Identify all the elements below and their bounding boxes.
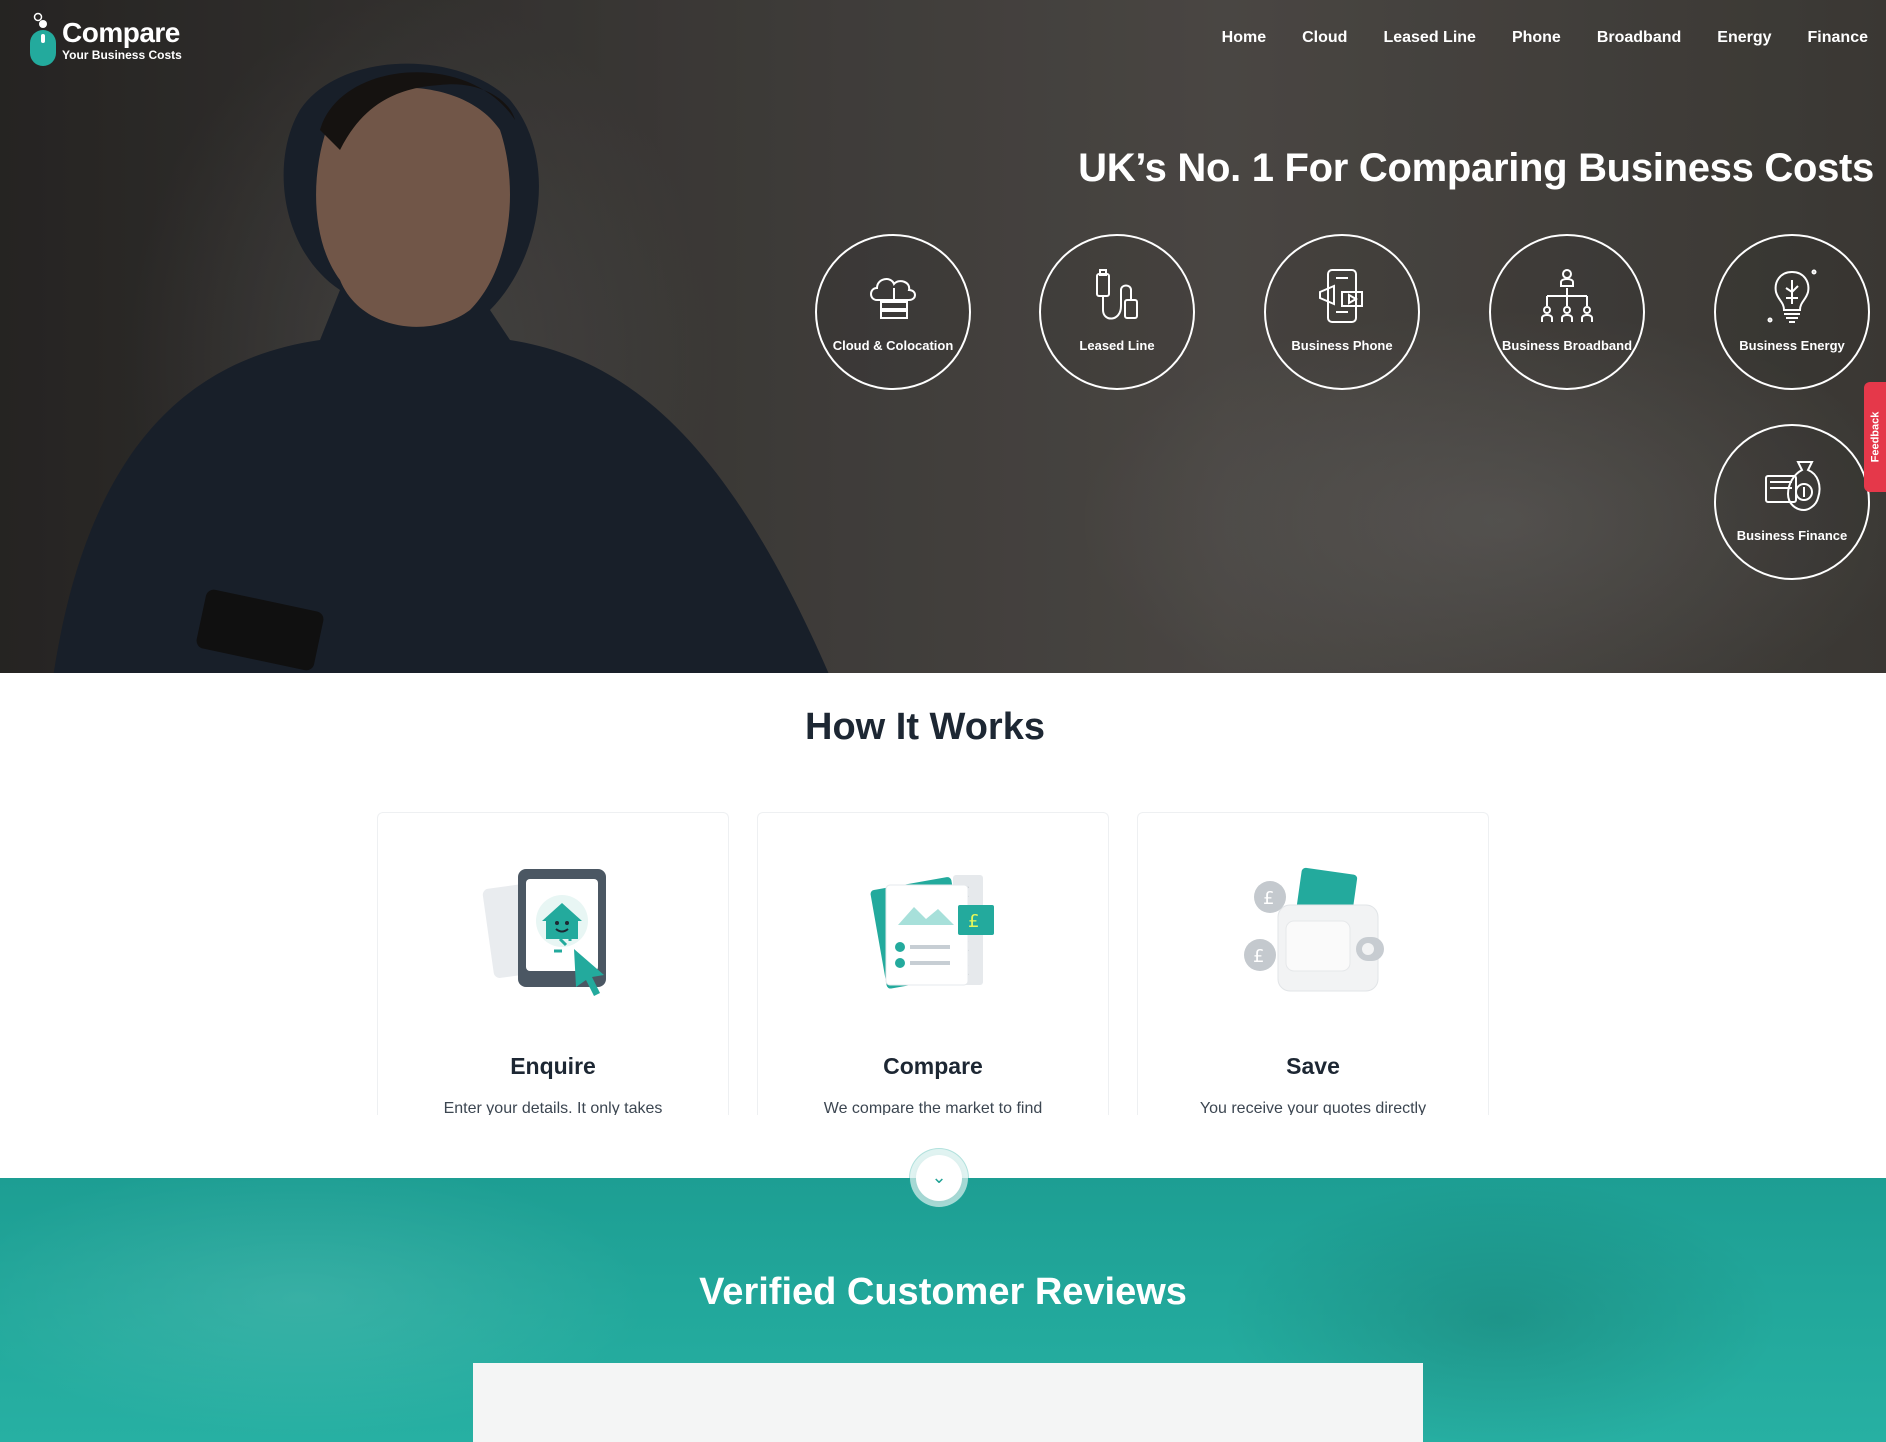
step-title: Save [1286, 1053, 1340, 1079]
feedback-label: Feedback [1869, 411, 1881, 463]
svg-text:£: £ [1263, 888, 1274, 909]
mouse-logo-icon [30, 12, 56, 66]
nav-broadband[interactable]: Broadband [1579, 26, 1699, 50]
service-label: Business Finance [1736, 528, 1848, 543]
step-text: Enter your details. It only takes [443, 1100, 663, 1115]
step-title: Compare [883, 1053, 983, 1079]
service-label: Cloud & Colocation [832, 338, 954, 353]
phone-megaphone-icon [1319, 269, 1363, 323]
step-card-enquire: Enquire Enter your details. It only take… [377, 812, 729, 1115]
nav-energy[interactable]: Energy [1699, 26, 1789, 50]
wallet-coins-icon: £ £ [1244, 867, 1384, 992]
lightbulb-icon [1767, 269, 1817, 323]
step-text: You receive your quotes directly [1199, 1100, 1427, 1115]
chevron-down-icon: ⌄ [931, 1167, 947, 1187]
nav-phone[interactable]: Phone [1494, 26, 1579, 50]
service-label: Leased Line [1079, 338, 1155, 353]
service-business-phone[interactable]: Business Phone [1264, 234, 1420, 390]
step-card-compare: £ £ £ £ Compare We compare the market to… [757, 812, 1109, 1115]
nav-cloud[interactable]: Cloud [1284, 26, 1365, 50]
reviews-title: Verified Customer Reviews [699, 1271, 1187, 1313]
service-business-finance[interactable]: Business Finance [1714, 424, 1870, 580]
nav-leased-line[interactable]: Leased Line [1365, 26, 1493, 50]
tablet-home-click-icon [482, 869, 606, 996]
hero-section: Compare Your Business Costs Home Cloud L… [0, 0, 1886, 673]
reviews-widget [473, 1363, 1423, 1442]
service-label: Business Phone [1291, 338, 1393, 353]
brand-logo[interactable]: Compare Your Business Costs [28, 12, 182, 68]
service-leased-line[interactable]: Leased Line [1039, 234, 1195, 390]
service-cloud-colocation[interactable]: Cloud & Colocation [815, 234, 971, 390]
money-bag-icon [1765, 461, 1821, 512]
cable-connector-icon [1096, 269, 1138, 320]
scroll-down-button[interactable]: ⌄ [916, 1155, 962, 1201]
hero-title: UK’s No. 1 For Comparing Business Costs [1078, 146, 1874, 190]
service-label: Business Broadband [1501, 338, 1633, 353]
nav-finance[interactable]: Finance [1790, 26, 1886, 50]
network-hierarchy-icon [1541, 269, 1593, 322]
compare-documents-icon: £ £ £ £ [870, 875, 994, 989]
service-label: Business Energy [1739, 338, 1845, 353]
svg-text:£: £ [1253, 946, 1264, 967]
service-business-broadband[interactable]: Business Broadband [1489, 234, 1645, 390]
svg-text:£: £ [968, 911, 979, 932]
feedback-tab[interactable]: Feedback [1864, 382, 1886, 492]
reviews-section: Verified Customer Reviews [0, 1178, 1886, 1442]
nav-home[interactable]: Home [1204, 26, 1284, 50]
cloud-server-icon [870, 278, 916, 319]
step-text: We compare the market to find [823, 1100, 1043, 1115]
service-business-energy[interactable]: Business Energy [1714, 234, 1870, 390]
how-it-works-title: How It Works [805, 706, 1045, 748]
main-nav: Home Cloud Leased Line Phone Broadband E… [1204, 26, 1886, 50]
step-card-save: £ £ Save You receive your quotes directl… [1137, 812, 1489, 1115]
step-title: Enquire [510, 1053, 596, 1079]
brand-tagline: Your Business Costs [62, 48, 182, 62]
brand-name: Compare [62, 17, 180, 48]
